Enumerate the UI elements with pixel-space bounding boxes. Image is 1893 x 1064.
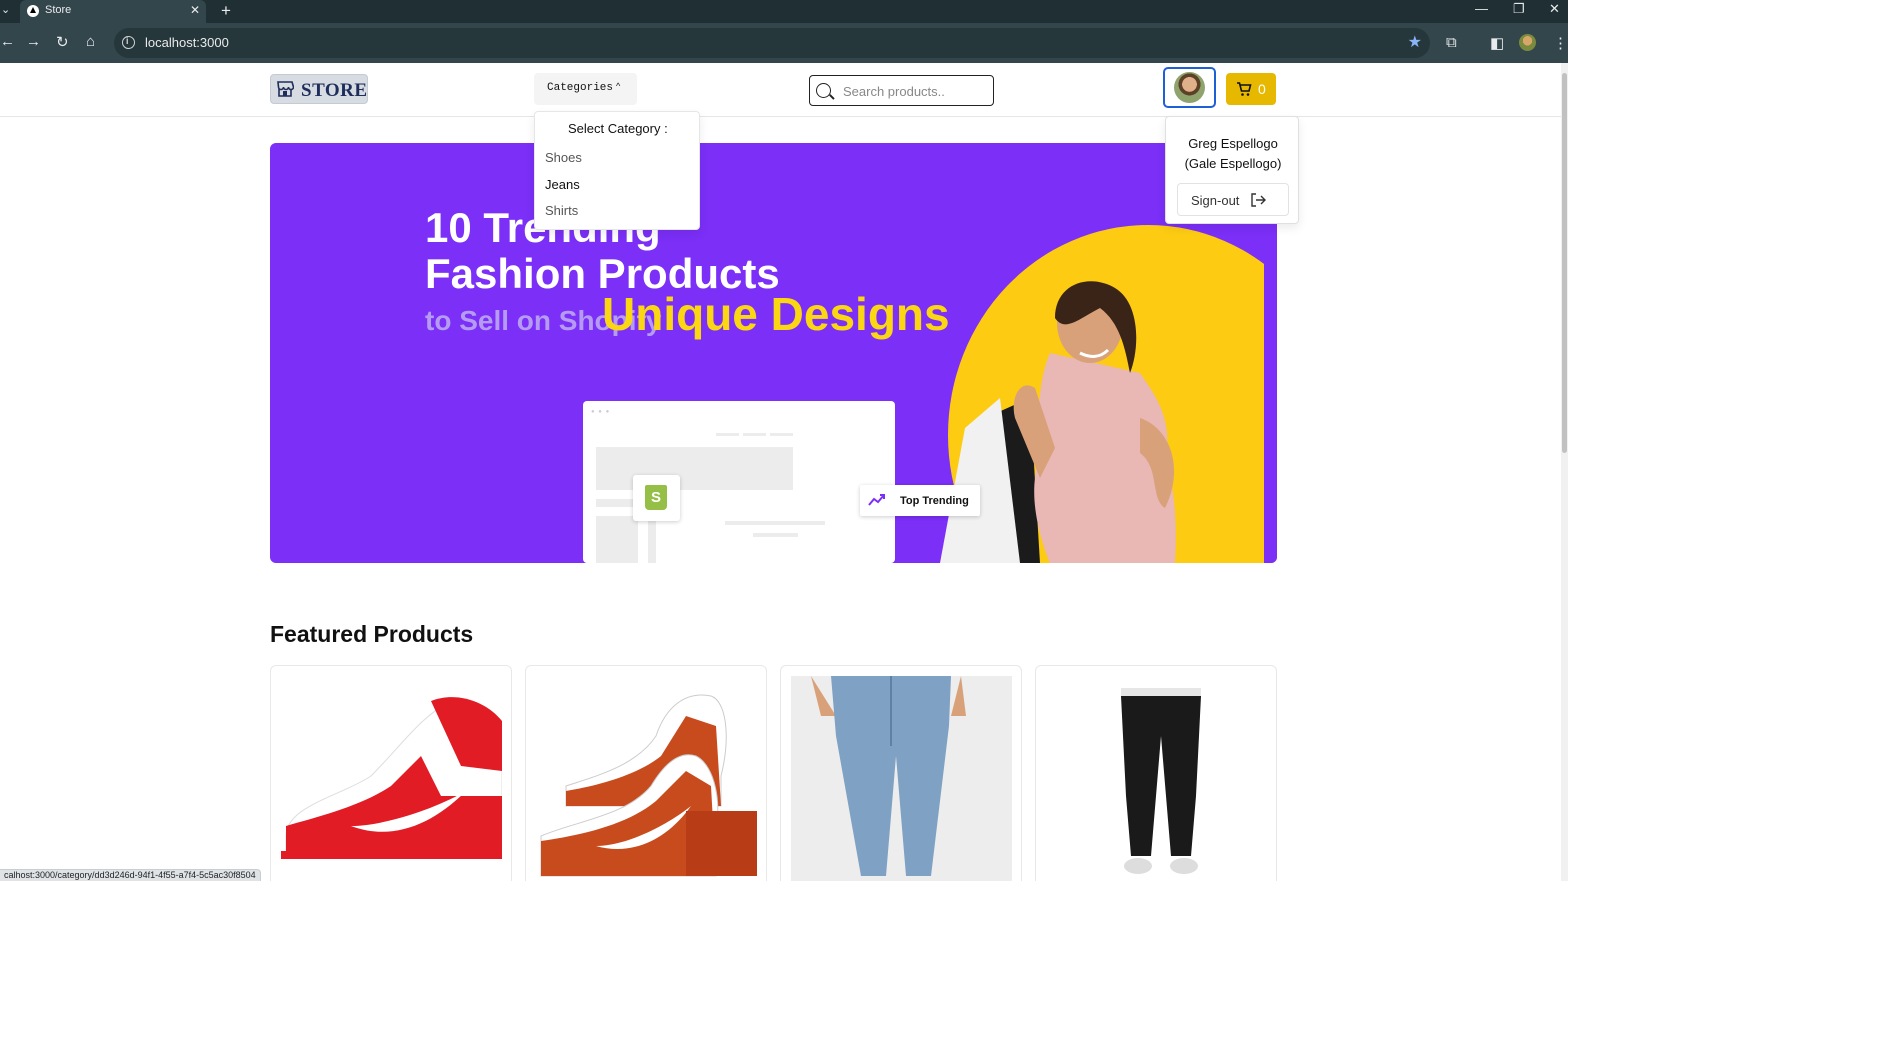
- product-card[interactable]: [525, 665, 767, 881]
- site-info-icon[interactable]: [122, 36, 135, 49]
- product-image-black-jeans: [1046, 676, 1267, 881]
- side-panel-icon[interactable]: ◧: [1490, 34, 1504, 52]
- hero-banner[interactable]: 10 Trending Fashion Products to Sell on …: [270, 143, 1277, 563]
- user-name: Greg Espellogo (Gale Espellogo): [1166, 134, 1300, 174]
- hero-mock-browser: ● ● ●: [583, 401, 895, 563]
- extensions-icon[interactable]: ⧉: [1446, 34, 1457, 51]
- categories-dropdown-title: Select Category :: [568, 121, 668, 136]
- categories-dropdown: Select Category : Shoes Jeans Shirts: [534, 111, 700, 230]
- sign-out-button[interactable]: Sign-out: [1177, 183, 1289, 216]
- mock-dots: ● ● ●: [591, 409, 611, 415]
- tab-title: Store: [45, 4, 72, 16]
- favicon-icon: [27, 5, 39, 17]
- search-box[interactable]: [809, 75, 994, 106]
- page-scrollbar[interactable]: [1561, 63, 1568, 881]
- home-icon[interactable]: ⌂: [86, 33, 95, 50]
- new-tab-icon[interactable]: +: [221, 1, 231, 21]
- browser-toolbar: ← → ↻ ⌂ localhost:3000 ★ ⧉ ◧ ⋮: [0, 23, 1568, 63]
- category-item-jeans[interactable]: Jeans: [545, 177, 580, 192]
- back-icon[interactable]: ←: [0, 33, 15, 50]
- sign-out-label: Sign-out: [1191, 193, 1240, 208]
- logo-text: STORE: [301, 80, 368, 101]
- close-tab-icon[interactable]: ✕: [190, 3, 200, 17]
- user-dropdown: Greg Espellogo (Gale Espellogo) Sign-out: [1165, 116, 1299, 224]
- cart-button[interactable]: 0: [1226, 73, 1276, 105]
- store-icon: [277, 81, 294, 97]
- categories-label: Categories: [547, 82, 614, 94]
- hero-accent-text: Unique Designs: [602, 288, 950, 340]
- product-image-red-sneaker: [281, 676, 502, 881]
- site-navbar: STORE Categories ^ 0: [0, 63, 1561, 117]
- product-image-orange-sneakers: [536, 676, 757, 881]
- sign-out-icon: [1251, 193, 1266, 207]
- product-card[interactable]: [1035, 665, 1277, 881]
- link-status-bar: calhost:3000/category/dd3d246d-94f1-4f55…: [0, 869, 261, 881]
- hero-model-image: [940, 281, 1176, 563]
- product-image-blue-jeans: [791, 676, 1012, 881]
- forward-icon[interactable]: →: [26, 33, 41, 50]
- category-item-shoes[interactable]: Shoes: [545, 150, 582, 165]
- user-display-name: Greg Espellogo: [1188, 136, 1278, 151]
- product-card[interactable]: [270, 665, 512, 881]
- shopify-icon: [633, 475, 680, 521]
- browser-profile-icon[interactable]: [1519, 34, 1536, 51]
- user-avatar-button[interactable]: [1163, 67, 1216, 108]
- search-input[interactable]: [843, 82, 988, 100]
- search-icon: [816, 83, 831, 98]
- restore-icon[interactable]: ❐: [1513, 1, 1525, 17]
- reload-icon[interactable]: ↻: [56, 33, 69, 51]
- tab-search-icon[interactable]: ⌄: [1, 3, 10, 16]
- address-bar[interactable]: localhost:3000 ★: [114, 28, 1430, 58]
- page-viewport: STORE Categories ^ 0 10 Trending Fashion…: [0, 63, 1561, 881]
- featured-products-title: Featured Products: [270, 621, 474, 647]
- browser-tab[interactable]: Store ✕: [20, 0, 206, 23]
- store-logo[interactable]: STORE: [270, 74, 368, 104]
- chevron-up-icon: ^: [616, 81, 621, 91]
- close-window-icon[interactable]: ✕: [1549, 1, 1560, 17]
- top-trending-badge: Top Trending: [860, 485, 980, 516]
- trending-up-icon: [868, 494, 885, 506]
- category-item-shirts[interactable]: Shirts: [545, 203, 578, 218]
- categories-button[interactable]: Categories ^: [534, 73, 637, 105]
- url-text: localhost:3000: [145, 35, 229, 50]
- cart-count: 0: [1258, 81, 1266, 97]
- browser-tab-strip: ⌄ Store ✕ + — ❐ ✕: [0, 0, 1568, 23]
- avatar: [1174, 72, 1205, 103]
- bookmark-star-icon[interactable]: ★: [1408, 32, 1422, 52]
- menu-kebab-icon[interactable]: ⋮: [1553, 34, 1568, 52]
- top-trending-label: Top Trending: [900, 495, 969, 507]
- scrollbar-thumb[interactable]: [1562, 73, 1567, 453]
- user-full-name: (Gale Espellogo): [1184, 156, 1282, 171]
- cart-icon: [1237, 82, 1252, 96]
- minimize-icon[interactable]: —: [1475, 1, 1488, 16]
- product-card[interactable]: [780, 665, 1022, 881]
